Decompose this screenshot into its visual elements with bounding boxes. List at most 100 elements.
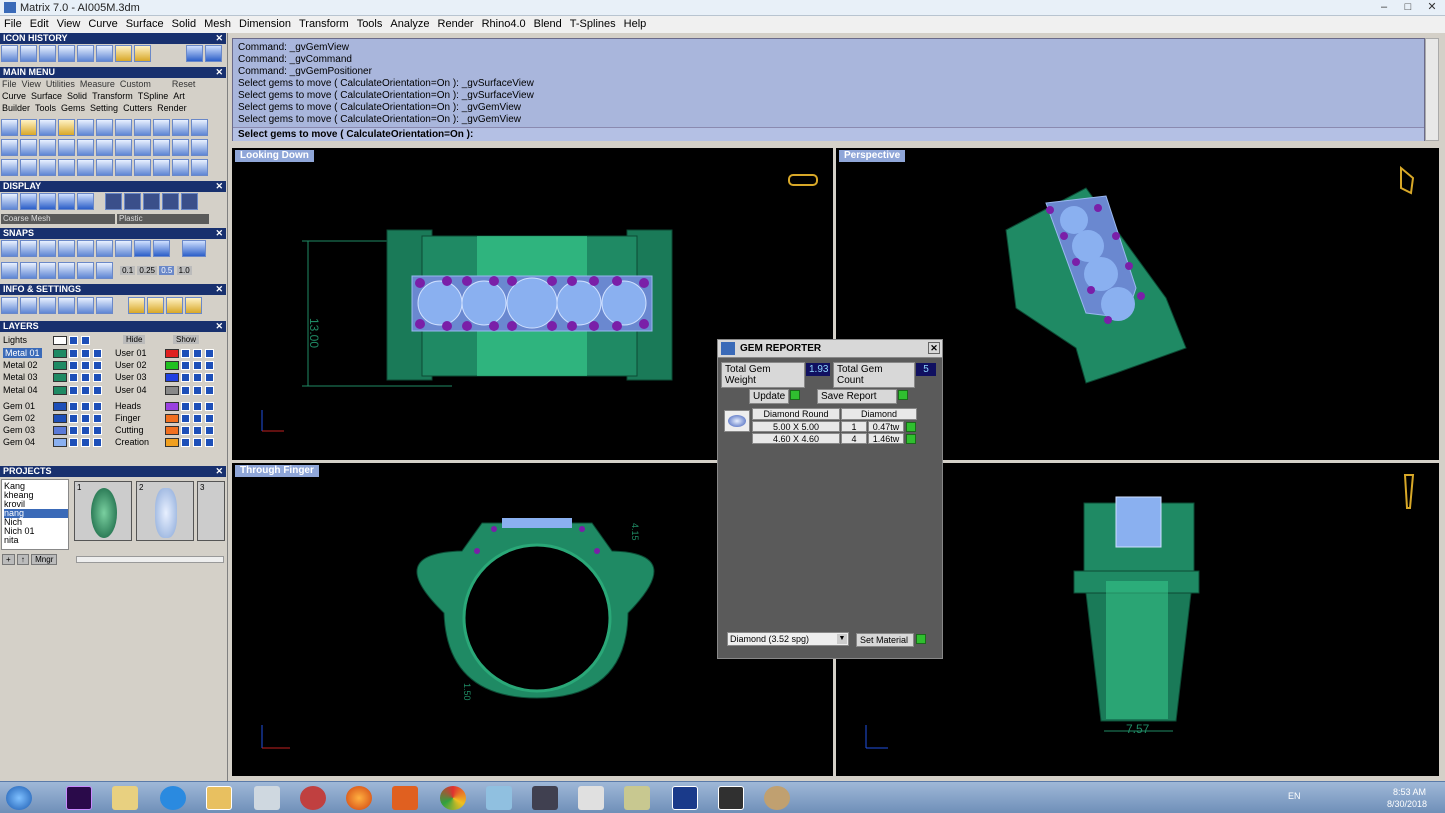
layer-toggle-icon[interactable] bbox=[93, 361, 102, 371]
shaded-icon[interactable] bbox=[20, 193, 37, 210]
scissors-icon[interactable] bbox=[300, 786, 326, 810]
snap-icon[interactable] bbox=[153, 240, 170, 257]
snap-icon[interactable] bbox=[39, 240, 56, 257]
layer-color-swatch[interactable] bbox=[165, 414, 179, 423]
history-tool-icon[interactable] bbox=[58, 45, 75, 62]
tool-icon[interactable] bbox=[96, 159, 113, 176]
layer-row[interactable]: Cutting bbox=[113, 425, 221, 437]
history-tool-icon[interactable] bbox=[96, 45, 113, 62]
layer-toggle-icon[interactable] bbox=[193, 361, 202, 371]
layer-row[interactable]: User 04 bbox=[113, 385, 221, 397]
layer-color-swatch[interactable] bbox=[53, 349, 67, 358]
gem-info-icon[interactable] bbox=[147, 297, 165, 314]
layer-row[interactable]: Heads bbox=[113, 401, 221, 413]
layer-row[interactable]: Gem 04 bbox=[1, 437, 109, 449]
grid-icon[interactable] bbox=[39, 262, 56, 279]
layer-row[interactable]: Finger bbox=[113, 413, 221, 425]
menu-solid[interactable]: Solid bbox=[168, 16, 200, 30]
layer-toggle-icon[interactable] bbox=[69, 401, 78, 411]
tool-icon[interactable] bbox=[172, 119, 189, 136]
layer-toggle-icon[interactable] bbox=[181, 426, 190, 436]
layer-row[interactable]: Gem 01 bbox=[1, 401, 109, 413]
layer-row[interactable]: Metal 04 bbox=[1, 385, 109, 397]
layer-toggle-icon[interactable] bbox=[181, 373, 190, 383]
magnify-icon[interactable] bbox=[20, 297, 37, 314]
history-tool-icon[interactable] bbox=[39, 45, 56, 62]
mm-reset[interactable]: Reset bbox=[172, 79, 196, 89]
tool-icon[interactable] bbox=[77, 119, 94, 136]
layer-toggle-icon[interactable] bbox=[81, 349, 90, 358]
layer-toggle-icon[interactable] bbox=[81, 438, 90, 448]
snap-icon[interactable] bbox=[115, 240, 132, 257]
layer-toggle-icon[interactable] bbox=[181, 438, 190, 448]
info-icon[interactable] bbox=[58, 297, 75, 314]
layer-row[interactable]: Metal 01 bbox=[1, 348, 109, 360]
layer-color-swatch[interactable] bbox=[53, 426, 67, 436]
snap-icon[interactable] bbox=[20, 240, 37, 257]
info-icon[interactable] bbox=[96, 297, 113, 314]
layer-toggle-icon[interactable] bbox=[81, 361, 90, 371]
layer-row[interactable]: Gem 03 bbox=[1, 425, 109, 437]
add-project-button[interactable]: + bbox=[2, 554, 15, 565]
clock-date[interactable]: 8/30/2018 bbox=[1387, 799, 1427, 809]
mm-art[interactable]: Art bbox=[173, 91, 185, 101]
layer-toggle-icon[interactable] bbox=[93, 438, 102, 448]
layer-color-swatch[interactable] bbox=[165, 349, 179, 358]
layer-toggle-icon[interactable] bbox=[181, 349, 190, 358]
layer-color-swatch[interactable] bbox=[53, 361, 67, 371]
sphere-icon[interactable] bbox=[105, 193, 123, 210]
layer-toggle-icon[interactable] bbox=[93, 414, 102, 423]
layer-toggle-icon[interactable] bbox=[69, 438, 78, 448]
layer-color-swatch[interactable] bbox=[53, 414, 67, 423]
layer-color-swatch[interactable] bbox=[53, 385, 67, 395]
layer-toggle-icon[interactable] bbox=[193, 385, 202, 395]
history-tool-icon[interactable] bbox=[134, 45, 151, 62]
menu-analyze[interactable]: Analyze bbox=[386, 16, 433, 30]
menu-tools[interactable]: Tools bbox=[353, 16, 387, 30]
mm-setting[interactable]: Setting bbox=[90, 103, 118, 113]
back-arrow-icon[interactable] bbox=[186, 45, 204, 62]
layer-toggle-icon[interactable] bbox=[69, 426, 78, 436]
layer-toggle-icon[interactable] bbox=[205, 401, 214, 411]
calculator-icon[interactable] bbox=[254, 786, 280, 810]
premiere-icon[interactable] bbox=[66, 786, 92, 810]
layer-color-swatch[interactable] bbox=[53, 373, 67, 383]
show-layers-button[interactable]: Show bbox=[173, 335, 200, 344]
layer-toggle-icon[interactable] bbox=[193, 414, 202, 423]
lights-lock-icon[interactable] bbox=[69, 336, 78, 345]
up-project-button[interactable]: ↑ bbox=[16, 554, 29, 565]
menu-dimension[interactable]: Dimension bbox=[235, 16, 295, 30]
mm-tspline[interactable]: TSpline bbox=[138, 91, 169, 101]
layer-toggle-icon[interactable] bbox=[181, 414, 190, 423]
xray-icon[interactable] bbox=[77, 193, 94, 210]
tool-icon[interactable] bbox=[1, 139, 18, 156]
sphere-icon[interactable] bbox=[162, 193, 180, 210]
menu-file[interactable]: File bbox=[0, 16, 26, 30]
lights-swatch[interactable] bbox=[53, 336, 67, 345]
gem-row-go-icon[interactable] bbox=[906, 434, 916, 444]
internet-explorer-icon[interactable] bbox=[160, 786, 186, 810]
layer-color-swatch[interactable] bbox=[165, 373, 179, 383]
tool-icon[interactable] bbox=[58, 119, 75, 136]
tool-icon[interactable] bbox=[1, 159, 18, 176]
layer-toggle-icon[interactable] bbox=[193, 349, 202, 358]
snap-icon[interactable] bbox=[96, 240, 113, 257]
folder-icon[interactable] bbox=[112, 786, 138, 810]
gem-reporter-close-button[interactable]: ✕ bbox=[928, 342, 940, 354]
gem-info-icon[interactable] bbox=[128, 297, 146, 314]
start-button-icon[interactable] bbox=[6, 786, 32, 810]
history-tool-icon[interactable] bbox=[115, 45, 132, 62]
layer-color-swatch[interactable] bbox=[53, 438, 67, 448]
app-icon[interactable] bbox=[578, 786, 604, 810]
menu-surface[interactable]: Surface bbox=[122, 16, 168, 30]
layer-toggle-icon[interactable] bbox=[205, 414, 214, 423]
command-scrollbar[interactable] bbox=[1425, 38, 1439, 141]
layer-toggle-icon[interactable] bbox=[205, 361, 214, 371]
app-icon[interactable] bbox=[624, 786, 650, 810]
manager-button[interactable]: Mngr bbox=[31, 554, 58, 565]
layer-toggle-icon[interactable] bbox=[81, 401, 90, 411]
language-indicator[interactable]: EN bbox=[1288, 791, 1301, 801]
material-dropdown[interactable]: Plastic bbox=[117, 214, 209, 224]
menu-curve[interactable]: Curve bbox=[84, 16, 121, 30]
tool-icon[interactable] bbox=[96, 139, 113, 156]
